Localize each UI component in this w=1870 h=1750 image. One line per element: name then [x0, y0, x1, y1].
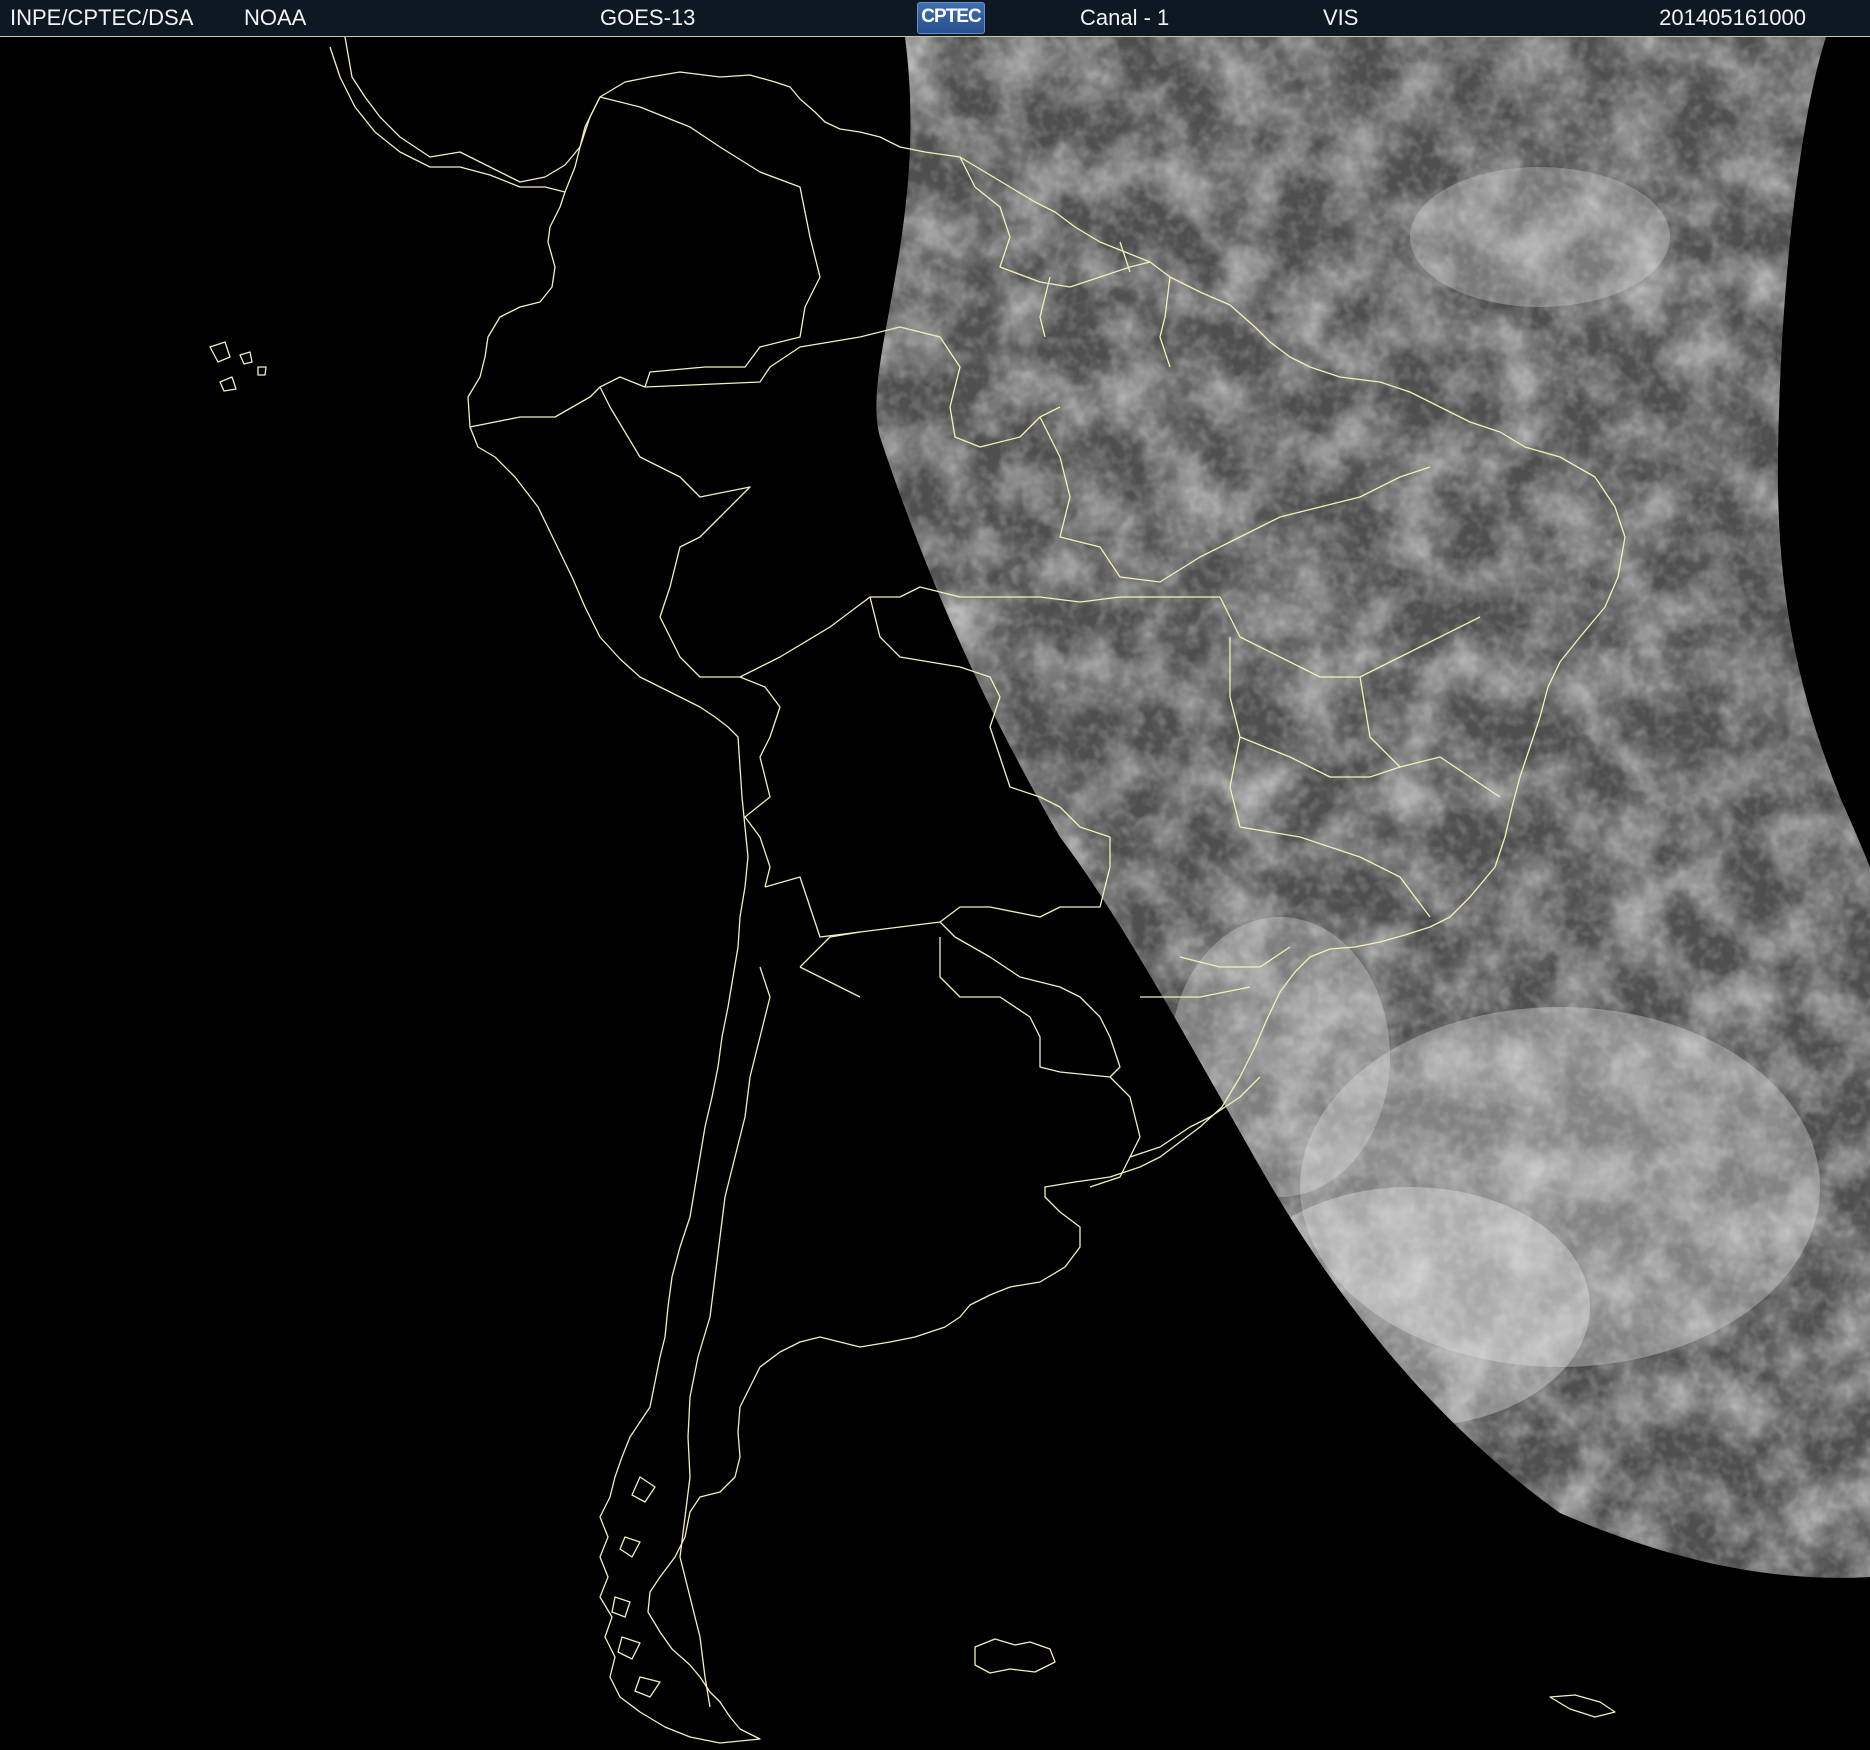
galapagos-islands [209, 341, 267, 392]
agency-label: INPE/CPTEC/DSA [10, 5, 194, 30]
image-header-bar: INPE/CPTEC/DSA NOAA GOES-13 CPTEC Canal … [0, 0, 1870, 37]
satellite-image [0, 37, 1870, 1750]
south-georgia [1549, 1694, 1616, 1718]
falkland-islands [974, 1638, 1056, 1674]
border-chile-argentina [679, 966, 771, 1708]
datetime-label: 201405161000 [1659, 5, 1806, 30]
border-paraguay [939, 921, 1121, 1078]
border-peru-bolivia [739, 676, 781, 888]
provider-label: NOAA [244, 5, 307, 30]
channel-label: Canal - 1 [1080, 5, 1170, 30]
border-bolivia-paraguay [764, 837, 1111, 938]
cptec-logo: CPTEC [917, 2, 985, 34]
cptec-logo-text: CPTEC [921, 6, 981, 27]
band-label: VIS [1323, 5, 1359, 30]
satellite-map-svg [209, 37, 1870, 1744]
border-ecuador-peru [469, 376, 751, 538]
border-colombia-venezuela [564, 96, 821, 388]
daylight-disk [876, 37, 1870, 1578]
satellite-label: GOES-13 [600, 5, 696, 30]
border-bolivia-argentina [799, 931, 861, 998]
